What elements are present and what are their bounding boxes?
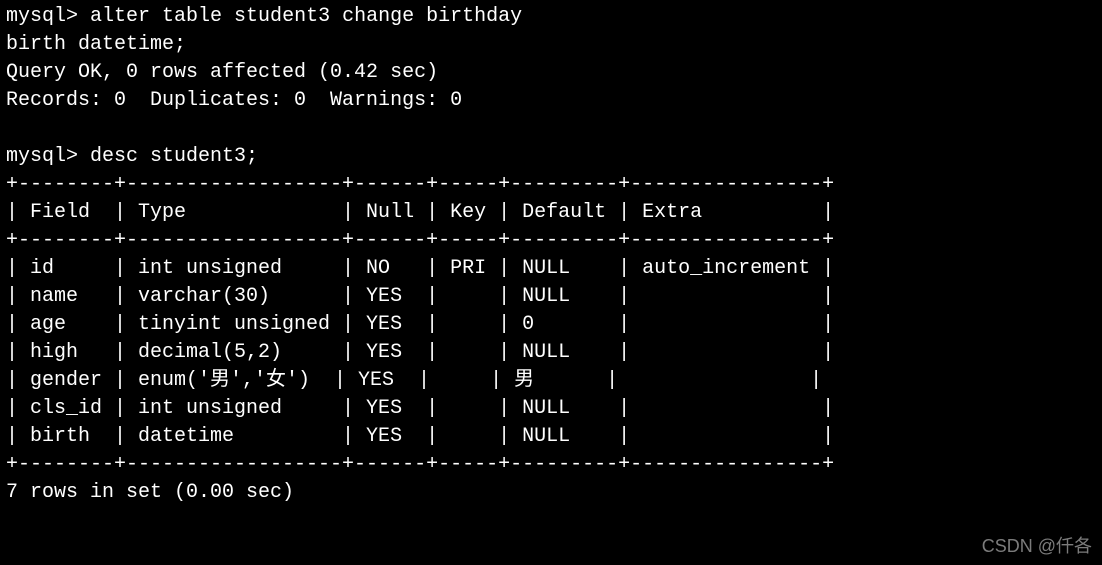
watermark: CSDN @仟各 bbox=[982, 534, 1092, 559]
result1-line1: Query OK, 0 rows affected (0.42 sec) bbox=[6, 61, 438, 84]
cmd1-line2: birth datetime; bbox=[6, 33, 186, 56]
desc-table: +--------+------------------+------+----… bbox=[6, 173, 834, 476]
result1-line2: Records: 0 Duplicates: 0 Warnings: 0 bbox=[6, 89, 462, 112]
terminal-output: mysql> alter table student3 change birth… bbox=[6, 3, 1096, 507]
cmd1-line1: alter table student3 change birthday bbox=[90, 5, 522, 28]
result-footer: 7 rows in set (0.00 sec) bbox=[6, 481, 294, 504]
cmd2: desc student3; bbox=[90, 145, 258, 168]
prompt: mysql> bbox=[6, 145, 78, 168]
prompt: mysql> bbox=[6, 5, 78, 28]
